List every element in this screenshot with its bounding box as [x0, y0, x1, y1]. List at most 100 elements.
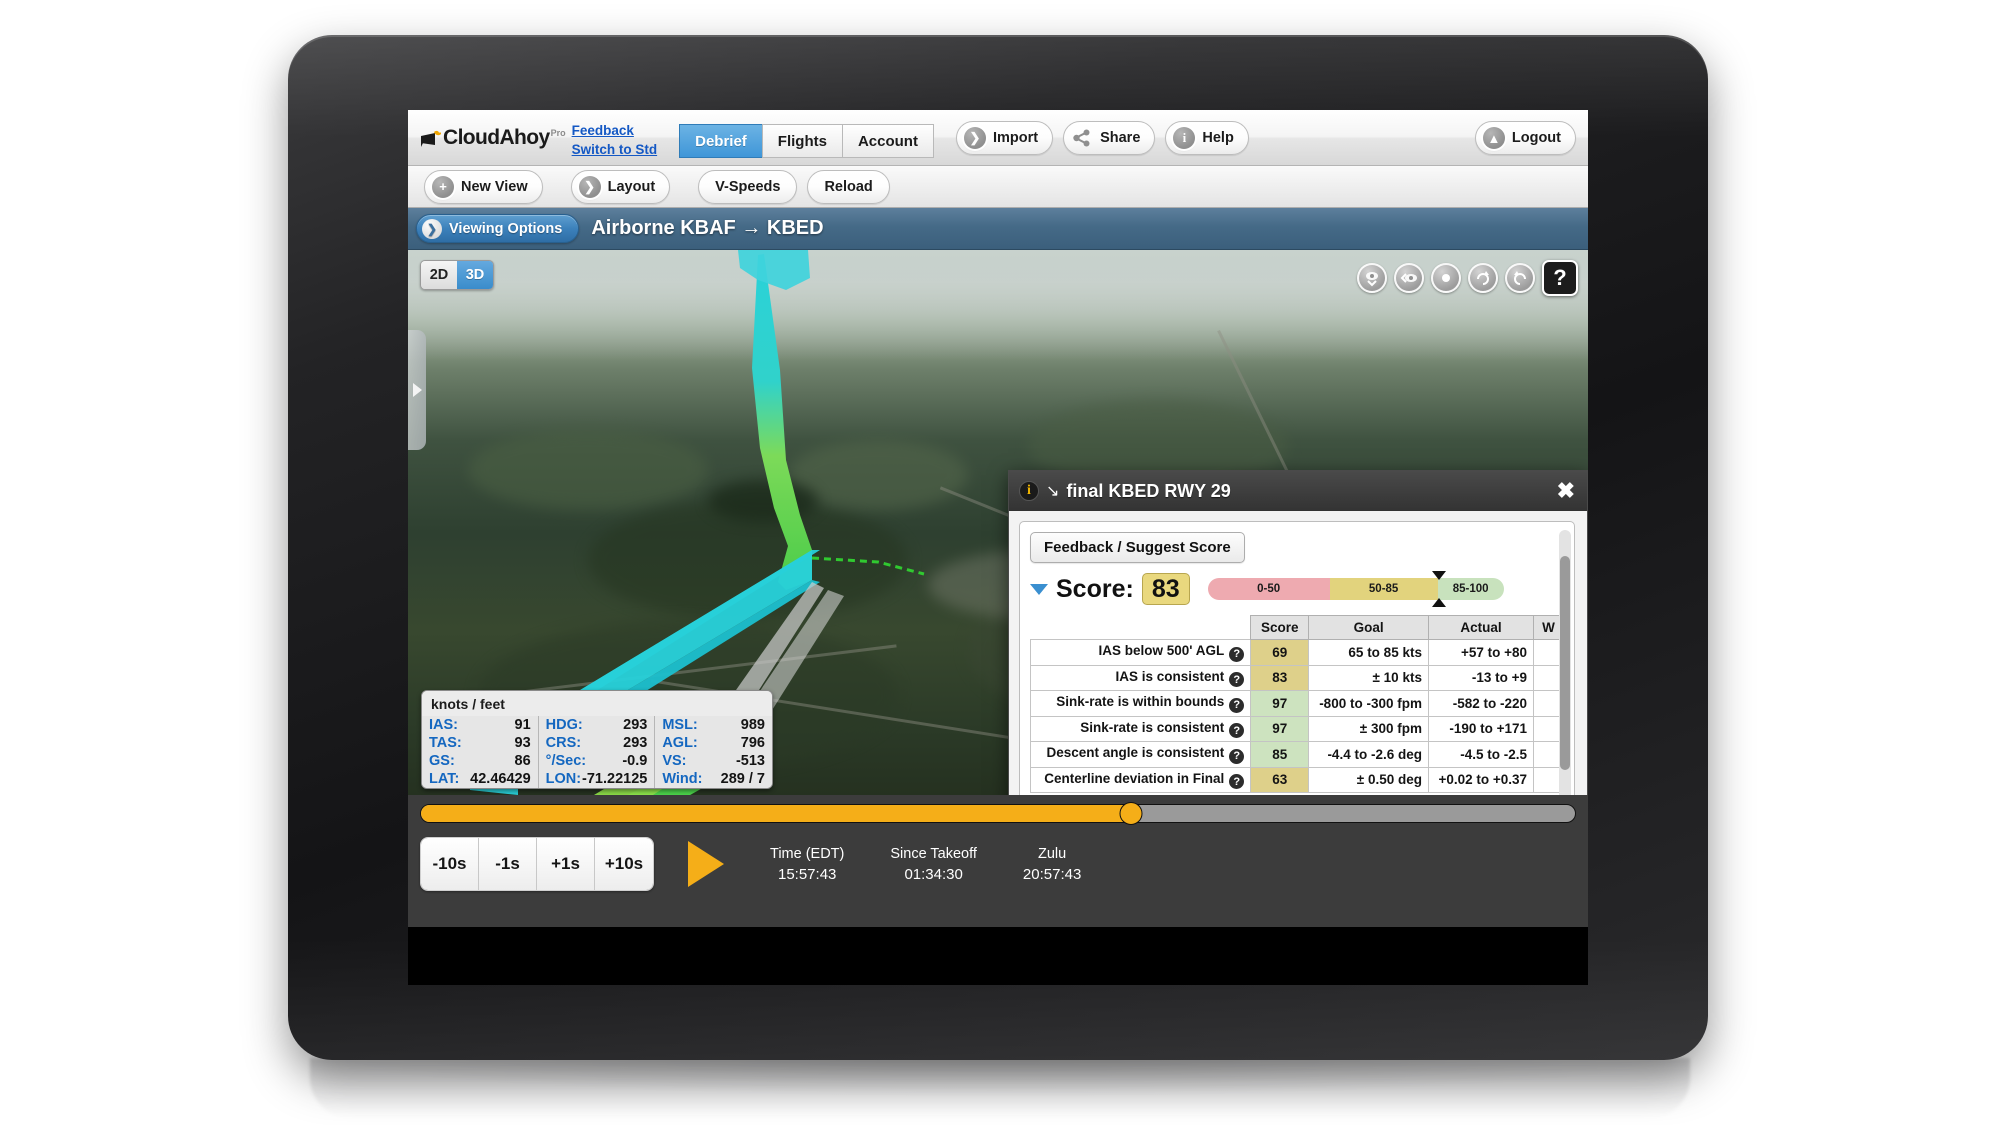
criteria-name: Descent angle is consistent? — [1029, 741, 1252, 768]
col-score: Score — [1250, 615, 1310, 640]
tab-debrief[interactable]: Debrief — [679, 123, 762, 158]
logout-container: ▲ Logout — [1474, 121, 1576, 155]
help-icon[interactable]: ? — [1229, 723, 1245, 738]
brand-tier: Pro — [550, 127, 566, 138]
timeline-handle[interactable] — [1119, 802, 1143, 825]
step-back-10s-button[interactable]: -10s — [421, 838, 479, 890]
look-left-icon[interactable] — [1394, 263, 1424, 293]
map-tools: ? — [1357, 260, 1578, 296]
step-back-1s-button[interactable]: -1s — [479, 838, 537, 890]
step-forward-1s-button[interactable]: +1s — [537, 838, 595, 890]
segment-score-dialog: i ↘ final KBED RWY 29 ✖ Feedback / Sugge… — [1008, 470, 1588, 795]
instrument-value: 289 / 7 — [720, 771, 765, 787]
tab-account[interactable]: Account — [841, 123, 934, 158]
score-legend: 0-50 50-85 85-100 — [1207, 571, 1504, 607]
info-circle-icon[interactable]: i — [1019, 481, 1039, 501]
help-icon[interactable]: ? — [1229, 672, 1245, 687]
view-mode-toggle[interactable]: 2D 3D — [420, 260, 494, 290]
viewing-options-button[interactable]: ❯ Viewing Options — [416, 214, 580, 243]
help-icon[interactable]: ? — [1229, 646, 1245, 662]
instrument-value: 42.46429 — [470, 771, 531, 787]
instrument-hdg: HDG: 293 — [539, 716, 656, 734]
help-icon[interactable]: ? — [1229, 748, 1245, 764]
chevron-right-circle-icon: ❯ — [578, 175, 601, 198]
tab-flights[interactable]: Flights — [761, 123, 842, 158]
instrument-key: MSL: — [662, 717, 698, 733]
instrument-key: TAS: — [429, 735, 462, 751]
view-mode-3d[interactable]: 3D — [457, 261, 493, 289]
instrument-units-label: knots / feet — [422, 691, 772, 716]
share-button[interactable]: Share — [1063, 120, 1156, 155]
table-row[interactable]: IAS below 500' AGL? 69 65 to 85 kts +57 … — [1029, 639, 1564, 666]
rotate-right-icon[interactable] — [1468, 263, 1498, 293]
instrument-crs: CRS: 293 — [539, 734, 656, 752]
view-toolbar: + New View ❯ Layout V-Speeds Reload — [408, 166, 1588, 208]
import-button[interactable]: ❯ Import — [955, 120, 1054, 155]
table-row[interactable]: Sink-rate is consistent? 97 ± 300 fpm -1… — [1029, 715, 1564, 742]
help-button[interactable]: i Help — [1165, 120, 1249, 155]
timeline-slider[interactable] — [420, 802, 1576, 825]
panel-expand-handle[interactable] — [408, 330, 426, 450]
instrument-gs: GS: 86 — [422, 752, 539, 770]
flight-title-bar: ❯ Viewing Options Airborne KBAF → KBED — [408, 208, 1588, 250]
clock-label: Since Takeoff — [890, 845, 977, 862]
main-tabs: Debrief Flights Account — [679, 118, 934, 158]
close-icon[interactable]: ✖ — [1555, 480, 1577, 502]
play-icon[interactable] — [688, 841, 724, 887]
import-label: Import — [992, 129, 1039, 146]
instrument-key: VS: — [662, 753, 687, 769]
instrument-value: 796 — [740, 735, 765, 751]
v-speeds-label: V-Speeds — [715, 178, 781, 195]
rotate-left-icon[interactable] — [1505, 263, 1535, 293]
layout-button[interactable]: ❯ Layout — [570, 169, 671, 204]
instrument-lat: LAT: 42.46429 — [422, 770, 539, 788]
dialog-scrollbar-track[interactable] — [1559, 530, 1571, 795]
feedback-suggest-score-button[interactable]: Feedback / Suggest Score — [1030, 532, 1245, 563]
instrument-lon: LON: -71.22125 — [539, 770, 656, 788]
instrument-deg-per-sec: °/Sec: -0.9 — [539, 752, 656, 770]
legend-band-low: 0-50 — [1207, 578, 1330, 600]
criteria-label: Descent angle is consistent — [1046, 745, 1225, 760]
table-row[interactable]: Descent angle is consistent? 85 -4.4 to … — [1029, 741, 1564, 768]
clock-since-takeoff: Since Takeoff 01:34:30 — [890, 846, 977, 883]
help-icon[interactable]: ? — [1229, 774, 1245, 789]
map-3d-view[interactable]: 2D 3D ? knots / feet IAS: 91 HDG: 293 MS… — [408, 250, 1588, 795]
criteria-name: Centerline deviation in Final? — [1029, 766, 1252, 793]
instrument-value: 989 — [740, 717, 765, 733]
map-help-button[interactable]: ? — [1542, 260, 1578, 296]
new-view-button[interactable]: + New View — [424, 169, 543, 204]
logout-button[interactable]: ▲ Logout — [1474, 121, 1576, 155]
criteria-score: 97 — [1250, 715, 1310, 742]
criteria-goal: 65 to 85 kts — [1308, 639, 1429, 666]
v-speeds-button[interactable]: V-Speeds — [698, 169, 798, 204]
criteria-actual: -4.5 to -2.5 — [1427, 741, 1535, 768]
logout-label: Logout — [1511, 130, 1561, 146]
instrument-key: HDG: — [545, 717, 583, 733]
feedback-link[interactable]: Feedback — [572, 121, 658, 140]
help-icon[interactable]: ? — [1229, 697, 1245, 713]
step-forward-10s-button[interactable]: +10s — [595, 838, 653, 890]
criteria-name: IAS below 500' AGL? — [1029, 639, 1252, 666]
page-title: Airborne KBAF → KBED — [591, 217, 824, 239]
table-row[interactable]: Sink-rate is within bounds? 97 -800 to -… — [1029, 690, 1564, 717]
criteria-label: Sink-rate is consistent — [1080, 719, 1225, 735]
table-row[interactable]: IAS is consistent? 83 ± 10 kts -13 to +9 — [1029, 664, 1564, 691]
criteria-score: 69 — [1250, 639, 1310, 666]
view-mode-2d[interactable]: 2D — [421, 261, 457, 289]
table-row[interactable]: Centerline deviation in Final? 63 ± 0.50… — [1029, 766, 1564, 793]
new-view-label: New View — [461, 178, 528, 195]
center-icon[interactable] — [1431, 263, 1461, 293]
switch-to-std-link[interactable]: Switch to Std — [572, 140, 658, 159]
brand-logo[interactable]: CloudAhoy Pro — [408, 120, 566, 156]
chevron-up-circle-icon: ▲ — [1482, 127, 1505, 149]
col-actual: Actual — [1427, 615, 1535, 640]
dialog-scrollbar-thumb[interactable] — [1560, 556, 1570, 770]
clock-label: Time (EDT) — [770, 845, 845, 862]
reload-label: Reload — [824, 178, 873, 195]
criteria-actual: -190 to +171 — [1427, 715, 1535, 742]
collapse-triangle-icon[interactable] — [1030, 583, 1048, 595]
look-down-icon[interactable] — [1357, 263, 1387, 293]
reload-button[interactable]: Reload — [807, 169, 890, 204]
instrument-value: 91 — [514, 717, 531, 733]
criteria-label: Centerline deviation in Final — [1044, 770, 1225, 786]
